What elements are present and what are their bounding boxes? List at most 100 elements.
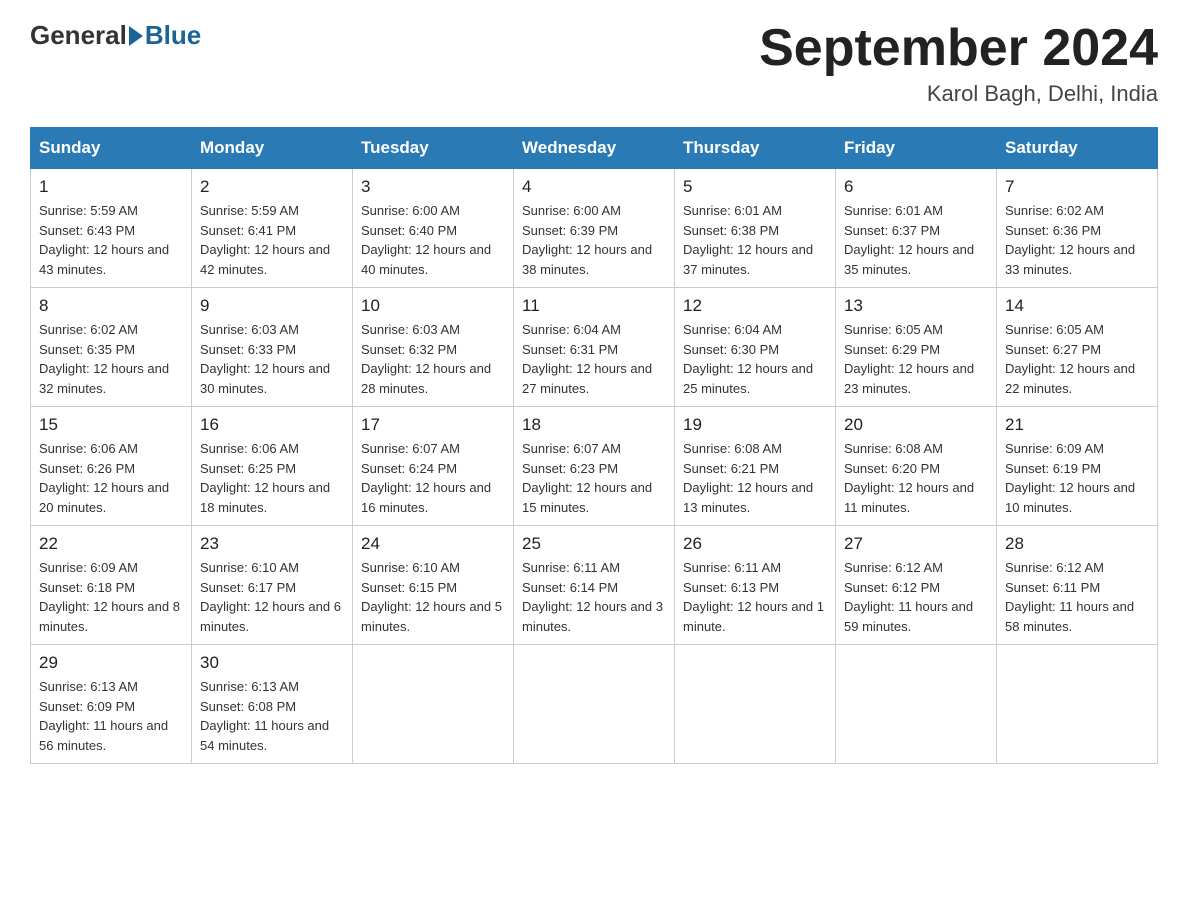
calendar-cell: 12 Sunrise: 6:04 AMSunset: 6:30 PMDayligh… [675,288,836,407]
calendar-cell [514,645,675,764]
day-info: Sunrise: 6:02 AMSunset: 6:35 PMDaylight:… [39,320,183,398]
day-info: Sunrise: 5:59 AMSunset: 6:41 PMDaylight:… [200,201,344,279]
logo-blue-text: Blue [145,20,201,51]
day-number: 30 [200,653,344,673]
calendar-cell: 23Sunrise: 6:10 AMSunset: 6:17 PMDayligh… [192,526,353,645]
day-info: Sunrise: 6:06 AMSunset: 6:26 PMDaylight:… [39,439,183,517]
day-number: 12 [683,296,827,316]
weekday-header-friday: Friday [836,128,997,169]
day-number: 9 [200,296,344,316]
day-number: 14 [1005,296,1149,316]
day-info: Sunrise: 6:13 AMSunset: 6:08 PMDaylight:… [200,677,344,755]
calendar-cell: 13Sunrise: 6:05 AMSunset: 6:29 PMDayligh… [836,288,997,407]
calendar-cell: 27 Sunrise: 6:12 AMSunset: 6:12 PMDayligh… [836,526,997,645]
weekday-header-sunday: Sunday [31,128,192,169]
day-info: Sunrise: 6:13 AMSunset: 6:09 PMDaylight:… [39,677,183,755]
day-info: Sunrise: 6:05 AMSunset: 6:29 PMDaylight:… [844,320,988,398]
day-info: Sunrise: 6:12 AMSunset: 6:11 PMDaylight:… [1005,558,1149,636]
day-number: 17 [361,415,505,435]
calendar-cell: 21 Sunrise: 6:09 AMSunset: 6:19 PMDayligh… [997,407,1158,526]
title-block: September 2024 Karol Bagh, Delhi, India [759,20,1158,107]
day-number: 18 [522,415,666,435]
day-number: 4 [522,177,666,197]
calendar-week-row: 29Sunrise: 6:13 AMSunset: 6:09 PMDayligh… [31,645,1158,764]
calendar-cell: 5 Sunrise: 6:01 AMSunset: 6:38 PMDaylight… [675,169,836,288]
day-number: 20 [844,415,988,435]
day-number: 15 [39,415,183,435]
calendar-cell: 30 Sunrise: 6:13 AMSunset: 6:08 PMDayligh… [192,645,353,764]
logo-general-text: General [30,20,127,51]
calendar-cell: 26 Sunrise: 6:11 AMSunset: 6:13 PMDayligh… [675,526,836,645]
weekday-header-thursday: Thursday [675,128,836,169]
calendar-cell: 4 Sunrise: 6:00 AMSunset: 6:39 PMDaylight… [514,169,675,288]
day-number: 6 [844,177,988,197]
calendar-cell: 1Sunrise: 5:59 AMSunset: 6:43 PMDaylight… [31,169,192,288]
day-info: Sunrise: 6:12 AMSunset: 6:12 PMDaylight:… [844,558,988,636]
calendar-cell: 18Sunrise: 6:07 AMSunset: 6:23 PMDayligh… [514,407,675,526]
weekday-header-wednesday: Wednesday [514,128,675,169]
weekday-header-saturday: Saturday [997,128,1158,169]
weekday-header-monday: Monday [192,128,353,169]
day-number: 23 [200,534,344,554]
day-info: Sunrise: 6:04 AMSunset: 6:30 PMDaylight:… [683,320,827,398]
day-number: 1 [39,177,183,197]
calendar-week-row: 22Sunrise: 6:09 AMSunset: 6:18 PMDayligh… [31,526,1158,645]
calendar-cell: 14 Sunrise: 6:05 AMSunset: 6:27 PMDayligh… [997,288,1158,407]
day-number: 21 [1005,415,1149,435]
calendar-cell: 24Sunrise: 6:10 AMSunset: 6:15 PMDayligh… [353,526,514,645]
calendar-cell: 15 Sunrise: 6:06 AMSunset: 6:26 PMDayligh… [31,407,192,526]
calendar-cell: 25 Sunrise: 6:11 AMSunset: 6:14 PMDayligh… [514,526,675,645]
calendar-cell [836,645,997,764]
calendar-cell: 7Sunrise: 6:02 AMSunset: 6:36 PMDaylight… [997,169,1158,288]
day-info: Sunrise: 6:10 AMSunset: 6:15 PMDaylight:… [361,558,505,636]
day-info: Sunrise: 6:00 AMSunset: 6:40 PMDaylight:… [361,201,505,279]
calendar-cell: 17Sunrise: 6:07 AMSunset: 6:24 PMDayligh… [353,407,514,526]
calendar-cell: 6Sunrise: 6:01 AMSunset: 6:37 PMDaylight… [836,169,997,288]
day-info: Sunrise: 6:01 AMSunset: 6:38 PMDaylight:… [683,201,827,279]
day-number: 2 [200,177,344,197]
calendar-cell: 29Sunrise: 6:13 AMSunset: 6:09 PMDayligh… [31,645,192,764]
day-info: Sunrise: 6:11 AMSunset: 6:14 PMDaylight:… [522,558,666,636]
calendar-cell: 9 Sunrise: 6:03 AMSunset: 6:33 PMDaylight… [192,288,353,407]
calendar-table: SundayMondayTuesdayWednesdayThursdayFrid… [30,127,1158,764]
logo-arrow-icon [129,26,143,46]
calendar-cell: 22Sunrise: 6:09 AMSunset: 6:18 PMDayligh… [31,526,192,645]
location: Karol Bagh, Delhi, India [759,81,1158,107]
day-info: Sunrise: 6:09 AMSunset: 6:18 PMDaylight:… [39,558,183,636]
day-info: Sunrise: 6:11 AMSunset: 6:13 PMDaylight:… [683,558,827,636]
day-info: Sunrise: 6:06 AMSunset: 6:25 PMDaylight:… [200,439,344,517]
calendar-cell: 16 Sunrise: 6:06 AMSunset: 6:25 PMDayligh… [192,407,353,526]
calendar-cell [675,645,836,764]
day-info: Sunrise: 6:03 AMSunset: 6:32 PMDaylight:… [361,320,505,398]
day-number: 28 [1005,534,1149,554]
day-info: Sunrise: 6:09 AMSunset: 6:19 PMDaylight:… [1005,439,1149,517]
day-number: 11 [522,296,666,316]
calendar-cell: 8 Sunrise: 6:02 AMSunset: 6:35 PMDaylight… [31,288,192,407]
day-number: 26 [683,534,827,554]
weekday-header-tuesday: Tuesday [353,128,514,169]
month-title: September 2024 [759,20,1158,77]
calendar-cell: 19 Sunrise: 6:08 AMSunset: 6:21 PMDayligh… [675,407,836,526]
calendar-week-row: 8 Sunrise: 6:02 AMSunset: 6:35 PMDaylight… [31,288,1158,407]
day-info: Sunrise: 6:05 AMSunset: 6:27 PMDaylight:… [1005,320,1149,398]
day-number: 19 [683,415,827,435]
day-number: 25 [522,534,666,554]
day-number: 27 [844,534,988,554]
day-number: 10 [361,296,505,316]
day-number: 5 [683,177,827,197]
day-info: Sunrise: 6:08 AMSunset: 6:21 PMDaylight:… [683,439,827,517]
page-header: General Blue September 2024 Karol Bagh, … [30,20,1158,107]
calendar-cell: 28 Sunrise: 6:12 AMSunset: 6:11 PMDayligh… [997,526,1158,645]
calendar-cell: 2 Sunrise: 5:59 AMSunset: 6:41 PMDaylight… [192,169,353,288]
calendar-cell: 20Sunrise: 6:08 AMSunset: 6:20 PMDayligh… [836,407,997,526]
day-number: 3 [361,177,505,197]
calendar-cell: 11Sunrise: 6:04 AMSunset: 6:31 PMDayligh… [514,288,675,407]
logo: General Blue [30,20,201,51]
day-number: 16 [200,415,344,435]
calendar-cell [997,645,1158,764]
day-info: Sunrise: 6:03 AMSunset: 6:33 PMDaylight:… [200,320,344,398]
calendar-week-row: 15 Sunrise: 6:06 AMSunset: 6:26 PMDayligh… [31,407,1158,526]
day-info: Sunrise: 6:00 AMSunset: 6:39 PMDaylight:… [522,201,666,279]
day-number: 8 [39,296,183,316]
calendar-cell [353,645,514,764]
